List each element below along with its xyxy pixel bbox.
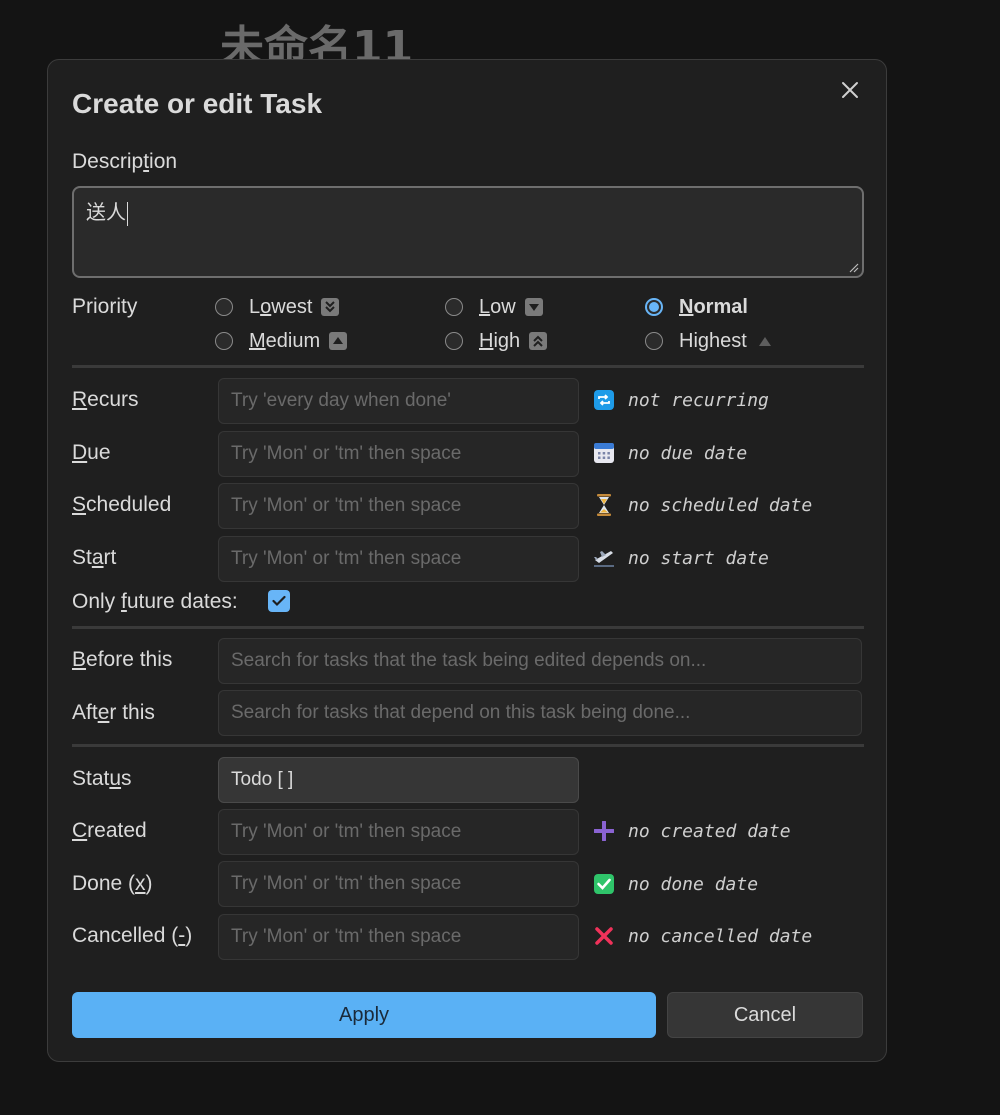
start-date-input[interactable]: Try 'Mon' or 'tm' then space (218, 536, 579, 582)
radio-button[interactable] (645, 332, 663, 350)
description-label: Description (72, 150, 178, 173)
future-dates-checkbox[interactable] (268, 590, 290, 612)
status-select[interactable]: Todo [ ] (218, 757, 579, 803)
scheduled-status: no scheduled date (628, 495, 813, 516)
apply-button[interactable]: Apply (72, 992, 656, 1038)
cancelled-status: no cancelled date (628, 926, 813, 947)
close-icon[interactable] (837, 77, 863, 103)
start-status: no start date (628, 548, 769, 569)
after-this-label: After this (72, 701, 155, 724)
priority-option-lowest[interactable]: Lowest (215, 294, 340, 320)
priority-option-medium[interactable]: Medium (215, 328, 348, 354)
done-status: no done date (628, 874, 759, 895)
cross-mark-icon (593, 925, 615, 947)
created-date-input[interactable]: Try 'Mon' or 'tm' then space (218, 809, 579, 855)
resize-grip-icon[interactable] (849, 263, 859, 273)
dialog-title: Create or edit Task (72, 88, 323, 119)
priority-option-normal[interactable]: Normal (645, 294, 748, 320)
note-title: 未命名11 (220, 22, 414, 60)
double-up-arrow-icon (529, 332, 548, 350)
radio-button[interactable] (445, 298, 463, 316)
down-arrow-icon (524, 298, 543, 316)
calendar-icon (593, 442, 615, 464)
recurs-label: Recurs (72, 388, 139, 411)
radio-button[interactable] (215, 332, 233, 350)
due-date-input[interactable]: Try 'Mon' or 'tm' then space (218, 431, 579, 477)
cancel-button[interactable]: Cancel (667, 992, 863, 1038)
priority-option-highest[interactable]: Highest (645, 328, 771, 354)
done-date-input[interactable]: Try 'Mon' or 'tm' then space (218, 861, 579, 907)
recurs-input[interactable]: Try 'every day when done' (218, 378, 579, 424)
radio-button[interactable] (215, 298, 233, 316)
check-icon (272, 595, 286, 607)
priority-option-low[interactable]: Low (445, 294, 543, 320)
due-status: no due date (628, 443, 748, 464)
airplane-departure-icon (593, 547, 615, 569)
cancelled-date-input[interactable]: Try 'Mon' or 'tm' then space (218, 914, 579, 960)
done-label: Done (x) (72, 872, 153, 895)
hourglass-icon (593, 494, 615, 516)
description-textarea[interactable]: 送人 (72, 186, 864, 278)
future-dates-label: Only future dates: (72, 590, 238, 613)
due-label: Due (72, 441, 111, 464)
divider (72, 626, 864, 629)
plus-icon (593, 820, 615, 842)
double-down-arrow-icon (321, 298, 340, 316)
created-status: no created date (628, 821, 791, 842)
blocked-by-search-input[interactable]: Search for tasks that the task being edi… (218, 638, 862, 684)
radio-button[interactable] (445, 332, 463, 350)
priority-option-high[interactable]: High (445, 328, 548, 354)
created-label: Created (72, 819, 147, 842)
divider (72, 365, 864, 368)
start-label: Start (72, 546, 117, 569)
task-dialog: Create or edit Task Description 送人 Prior… (47, 59, 887, 1062)
repeat-icon (593, 389, 615, 411)
radio-button-selected[interactable] (645, 298, 663, 316)
divider (72, 744, 864, 747)
blocking-search-input[interactable]: Search for tasks that depend on this tas… (218, 690, 862, 736)
up-arrow-icon (329, 332, 348, 350)
cancelled-label: Cancelled (-) (72, 924, 193, 947)
priority-label: Priority (72, 295, 138, 318)
scheduled-label: Scheduled (72, 493, 172, 516)
status-label: Status (72, 767, 132, 790)
before-this-label: Before this (72, 648, 173, 671)
scheduled-date-input[interactable]: Try 'Mon' or 'tm' then space (218, 483, 579, 529)
check-mark-icon (593, 873, 615, 895)
recurs-status: not recurring (628, 390, 769, 411)
triangle-up-icon (758, 336, 771, 346)
